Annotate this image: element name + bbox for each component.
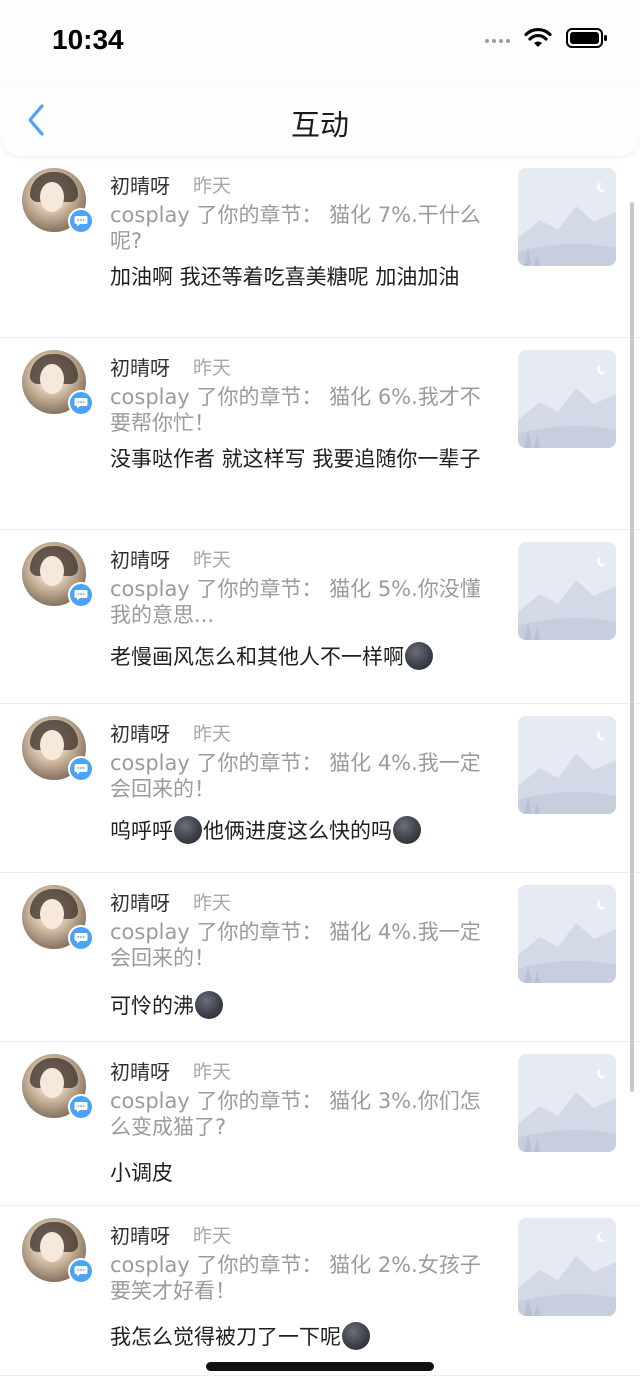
comment-text-segment: 小调皮 [110,1161,173,1185]
list-item[interactable]: 初晴呀 昨天 cosplay 了你的章节： 猫化 3%.你们怎么变成猫了? 小调… [0,1042,640,1206]
avatar-face [40,182,64,212]
comment-bubble-icon [68,925,94,951]
time-label: 昨天 [193,892,232,914]
status-icons [485,27,608,49]
list-item[interactable]: 初晴呀 昨天 cosplay 了你的章节： 猫化 6%.我才不要帮你忙！ 没事哒… [0,338,640,530]
comment-text-segment: 老慢画风怎么和其他人不一样啊 [110,645,404,669]
list-item[interactable]: 初晴呀 昨天 cosplay 了你的章节： 猫化 5%.你没懂我的意思... 老… [0,530,640,704]
page-title: 互动 [290,108,349,142]
username[interactable]: 初晴呀 [110,1220,170,1249]
comment-text-segment: 呜呼呼 [110,819,173,843]
avatar-face [40,899,64,929]
new-moon-face-icon [174,816,202,844]
avatar-face [40,556,64,586]
image-placeholder-icon[interactable] [518,350,616,448]
new-moon-face-icon [342,1322,370,1350]
quoted-chapter[interactable]: cosplay 了你的章节： 猫化 4%.我一定会回来的！ [110,919,490,971]
comment-bubble-icon [68,582,94,608]
avatar[interactable] [22,1218,94,1284]
username[interactable]: 初晴呀 [110,170,170,199]
username[interactable]: 初晴呀 [110,887,170,916]
scrollbar[interactable] [630,202,634,1092]
username[interactable]: 初晴呀 [110,352,170,381]
image-placeholder-icon[interactable] [518,1218,616,1316]
time-label: 昨天 [193,723,232,745]
new-moon-face-icon [195,991,223,1019]
comment-bubble-icon [68,390,94,416]
avatar[interactable] [22,716,94,782]
image-placeholder-icon[interactable] [518,885,616,983]
avatar[interactable] [22,168,94,234]
time-label: 昨天 [193,549,232,571]
image-placeholder-icon[interactable] [518,1054,616,1152]
home-indicator [206,1362,434,1371]
comment-text: 老慢画风怎么和其他人不一样啊 [110,642,490,670]
comment-bubble-icon [68,756,94,782]
new-moon-face-icon [405,642,433,670]
time-label: 昨天 [193,175,232,197]
quoted-chapter[interactable]: cosplay 了你的章节： 猫化 6%.我才不要帮你忙！ [110,384,490,436]
comment-text: 没事哒作者 就这样写 我要追随你一辈子 [110,446,490,472]
quoted-chapter[interactable]: cosplay 了你的章节： 猫化 7%.干什么呢? [110,202,490,254]
list-item[interactable]: 初晴呀 昨天 cosplay 了你的章节： 猫化 4%.我一定会回来的！ 呜呼呼… [0,704,640,873]
quoted-chapter[interactable]: cosplay 了你的章节： 猫化 4%.我一定会回来的！ [110,750,490,802]
status-time: 10:34 [52,24,124,55]
username[interactable]: 初晴呀 [110,718,170,747]
image-placeholder-icon[interactable] [518,168,616,266]
comment-text-segment: 没事哒作者 就这样写 我要追随你一辈子 [110,447,481,471]
list-item[interactable]: 初晴呀 昨天 cosplay 了你的章节： 猫化 4%.我一定会回来的！ 可怜的… [0,873,640,1042]
comment-text-segment: 可怜的沸 [110,994,194,1018]
signal-icon [485,33,510,43]
username[interactable]: 初晴呀 [110,1056,170,1085]
battery-icon [566,27,608,49]
image-placeholder-icon[interactable] [518,542,616,640]
quoted-chapter[interactable]: cosplay 了你的章节： 猫化 2%.女孩子要笑才好看！ [110,1252,490,1304]
avatar-face [40,1068,64,1098]
avatar-face [40,1232,64,1262]
list-item[interactable]: 初晴呀 昨天 cosplay 了你的章节： 猫化 7%.干什么呢? 加油啊 我还… [0,156,640,338]
quoted-chapter[interactable]: cosplay 了你的章节： 猫化 5%.你没懂我的意思... [110,576,490,628]
list-item[interactable]: 初晴呀 昨天 cosplay 了你的章节： 猫化 2%.女孩子要笑才好看！ 我怎… [0,1206,640,1376]
comment-bubble-icon [68,1258,94,1284]
comment-text-segment: 他俩进度这么快的吗 [203,819,392,843]
avatar[interactable] [22,1054,94,1120]
comment-text: 加油啊 我还等着吃喜美糖呢 加油加油 [110,264,490,290]
screen: 10:34 互动 初晴呀 昨天 cosplay 了你的章节： 猫化 7%.干什么… [0,0,640,1385]
comment-bubble-icon [68,1094,94,1120]
avatar[interactable] [22,885,94,951]
avatar[interactable] [22,350,94,416]
avatar[interactable] [22,542,94,608]
comment-text: 呜呼呼 他俩进度这么快的吗 [110,816,490,844]
wifi-icon [524,27,552,49]
new-moon-face-icon [393,816,421,844]
interaction-list: 初晴呀 昨天 cosplay 了你的章节： 猫化 7%.干什么呢? 加油啊 我还… [0,156,640,1376]
time-label: 昨天 [193,1225,232,1247]
comment-text: 我怎么觉得被刀了一下呢 [110,1322,490,1350]
nav-bar: 互动 [0,84,640,156]
quoted-chapter[interactable]: cosplay 了你的章节： 猫化 3%.你们怎么变成猫了? [110,1088,490,1140]
avatar-face [40,364,64,394]
time-label: 昨天 [193,357,232,379]
comment-bubble-icon [68,208,94,234]
comment-text-segment: 加油啊 我还等着吃喜美糖呢 加油加油 [110,265,460,289]
comment-text-segment: 我怎么觉得被刀了一下呢 [110,1325,341,1349]
username[interactable]: 初晴呀 [110,544,170,573]
status-bar: 10:34 [0,0,640,84]
avatar-face [40,730,64,760]
comment-text: 小调皮 [110,1160,490,1186]
time-label: 昨天 [193,1061,232,1083]
image-placeholder-icon[interactable] [518,716,616,814]
comment-text: 可怜的沸 [110,991,490,1019]
